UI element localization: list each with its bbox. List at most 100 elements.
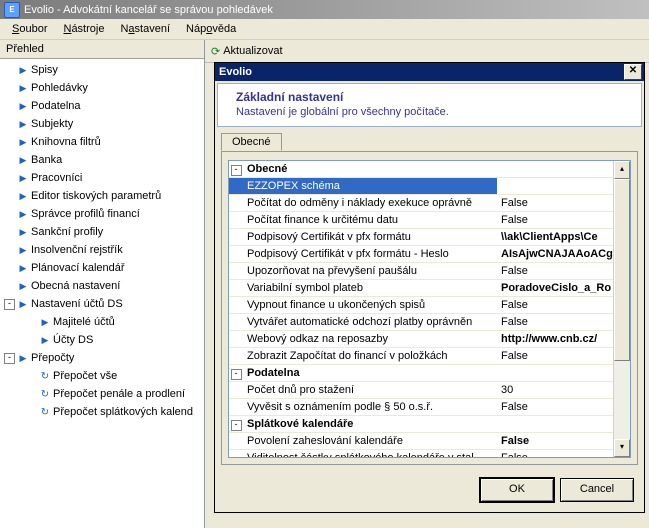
property-row[interactable]: Vypnout finance u ukončených spisůFalse (229, 297, 613, 314)
arrow-icon (40, 316, 50, 328)
sidebar-item[interactable]: Přepočet penále a prodlení (0, 385, 204, 403)
section-toggle-icon (229, 450, 243, 457)
property-value[interactable]: False (497, 399, 613, 415)
dialog-banner: Základní nastavení Nastavení je globální… (217, 83, 642, 127)
property-section[interactable]: -Splátkové kalendáře (229, 416, 613, 433)
property-name: Splátkové kalendáře (243, 416, 497, 432)
property-name: Počítat do odměny i náklady exekuce oprá… (243, 195, 497, 211)
ok-button[interactable]: OK (480, 478, 554, 502)
section-toggle-icon[interactable]: - (229, 365, 243, 381)
menu-napoveda[interactable]: Nápověda (178, 21, 244, 37)
arrow-icon (18, 208, 28, 220)
property-name: Vypnout finance u ukončených spisů (243, 297, 497, 313)
property-value[interactable]: AIsAjwCNAJAAoACg (497, 246, 613, 262)
menu-soubor[interactable]: Soubor (4, 21, 55, 37)
menu-nastroje[interactable]: Nástroje (55, 21, 112, 37)
tab-obecne[interactable]: Obecné (221, 133, 282, 151)
property-grid[interactable]: -ObecnéEZZOPEX schémaPočítat do odměny i… (228, 160, 631, 458)
section-toggle-icon (229, 178, 243, 194)
property-section[interactable]: -Obecné (229, 161, 613, 178)
property-value[interactable]: False (497, 450, 613, 457)
arrow-icon (18, 262, 28, 274)
sidebar-item[interactable]: Knihovna filtrů (0, 133, 204, 151)
sidebar-item[interactable]: Banka (0, 151, 204, 169)
property-value[interactable]: \\ak\ClientApps\Ce (497, 229, 613, 245)
nav-tree[interactable]: SpisyPohledávkyPodatelnaSubjektyKnihovna… (0, 59, 204, 528)
sidebar-item[interactable]: Obecná nastavení (0, 277, 204, 295)
sidebar-item-label: Přepočet vše (53, 370, 117, 382)
property-row[interactable]: Povolení zaheslování kalendářeFalse (229, 433, 613, 450)
scrollbar-thumb[interactable] (614, 179, 630, 361)
property-row[interactable]: Zobrazit Započítat do financí v položkác… (229, 348, 613, 365)
property-row[interactable]: EZZOPEX schéma (229, 178, 613, 195)
sidebar-item-label: Sankční profily (31, 226, 103, 238)
sidebar-item[interactable]: Pohledávky (0, 79, 204, 97)
menu-nastaveni[interactable]: Nastavení (112, 21, 178, 37)
menubar: Soubor Nástroje Nastavení Nápověda (0, 19, 649, 40)
sidebar-item[interactable]: -Nastavení účtů DS (0, 295, 204, 313)
sidebar-item[interactable]: Účty DS (0, 331, 204, 349)
property-row[interactable]: Počet dnů pro stažení30 (229, 382, 613, 399)
sidebar-item[interactable]: -Přepočty (0, 349, 204, 367)
dialog-banner-subtitle: Nastavení je globální pro všechny počíta… (236, 106, 623, 118)
property-name: Počet dnů pro stažení (243, 382, 497, 398)
property-name: EZZOPEX schéma (243, 178, 497, 194)
property-value[interactable]: http://www.cnb.cz/ (497, 331, 613, 347)
toolbar-refresh-button[interactable]: ⟳ Aktualizovat (207, 44, 287, 59)
sidebar-item[interactable]: Pracovníci (0, 169, 204, 187)
arrow-icon (18, 64, 28, 76)
property-value[interactable] (497, 178, 613, 194)
cancel-button[interactable]: Cancel (560, 478, 634, 502)
sidebar-item[interactable]: Subjekty (0, 115, 204, 133)
sidebar-item[interactable]: Plánovací kalendář (0, 259, 204, 277)
property-name: Variabilní symbol plateb (243, 280, 497, 296)
property-row[interactable]: Vyvěsit s oznámením podle § 50 o.s.ř.Fal… (229, 399, 613, 416)
tree-expander-icon[interactable]: - (4, 353, 15, 364)
property-value[interactable]: 30 (497, 382, 613, 398)
close-icon[interactable]: ✕ (624, 64, 642, 80)
property-row[interactable]: Viditelnost částky splátkového kalendáře… (229, 450, 613, 457)
property-name: Povolení zaheslování kalendáře (243, 433, 497, 449)
property-row[interactable]: Upozorňovat na převyšení paušáluFalse (229, 263, 613, 280)
property-name: Obecné (243, 161, 497, 177)
tree-expander-icon[interactable]: - (4, 299, 15, 310)
sidebar-item[interactable]: Přepočet splátkových kalend (0, 403, 204, 421)
section-toggle-icon (229, 263, 243, 279)
property-row[interactable]: Vytvářet automatické odchozí platby oprá… (229, 314, 613, 331)
property-row[interactable]: Podpisový Certifikát v pfx formátu - Hes… (229, 246, 613, 263)
property-name: Podatelna (243, 365, 497, 381)
property-name: Podpisový Certifikát v pfx formátu - Hes… (243, 246, 497, 262)
property-value[interactable]: PoradoveCislo_a_Ro (497, 280, 613, 296)
sidebar-item[interactable]: Sankční profily (0, 223, 204, 241)
property-section[interactable]: -Podatelna (229, 365, 613, 382)
dialog-titlebar[interactable]: Evolio ✕ (215, 63, 644, 81)
sidebar-item[interactable]: Podatelna (0, 97, 204, 115)
arrow-icon (18, 244, 28, 256)
property-value[interactable]: False (497, 195, 613, 211)
sidebar-item[interactable]: Přepočet vše (0, 367, 204, 385)
sidebar-item[interactable]: Majitelé účtů (0, 313, 204, 331)
scroll-down-button[interactable]: ▾ (614, 439, 630, 457)
property-value[interactable]: False (497, 212, 613, 228)
sidebar-item[interactable]: Spisy (0, 61, 204, 79)
property-value[interactable]: False (497, 263, 613, 279)
property-row[interactable]: Počítat do odměny i náklady exekuce oprá… (229, 195, 613, 212)
sidebar-item[interactable]: Insolvenční rejstřík (0, 241, 204, 259)
property-value[interactable]: False (497, 297, 613, 313)
property-row[interactable]: Variabilní symbol platebPoradoveCislo_a_… (229, 280, 613, 297)
scrollbar-vertical[interactable]: ▴ ▾ (613, 161, 630, 457)
property-row[interactable]: Webový odkaz na reposazbyhttp://www.cnb.… (229, 331, 613, 348)
scrollbar-track[interactable] (614, 179, 630, 439)
section-toggle-icon[interactable]: - (229, 161, 243, 177)
scroll-up-button[interactable]: ▴ (614, 161, 630, 179)
sidebar-item[interactable]: Správce profilů financí (0, 205, 204, 223)
property-name: Webový odkaz na reposazby (243, 331, 497, 347)
property-row[interactable]: Podpisový Certifikát v pfx formátu\\ak\C… (229, 229, 613, 246)
section-toggle-icon[interactable]: - (229, 416, 243, 432)
dialog-title-text: Evolio (219, 66, 252, 78)
property-value[interactable]: False (497, 314, 613, 330)
property-row[interactable]: Počítat finance k určitému datuFalse (229, 212, 613, 229)
property-value[interactable]: False (497, 433, 613, 449)
property-value[interactable]: False (497, 348, 613, 364)
sidebar-item[interactable]: Editor tiskových parametrů (0, 187, 204, 205)
